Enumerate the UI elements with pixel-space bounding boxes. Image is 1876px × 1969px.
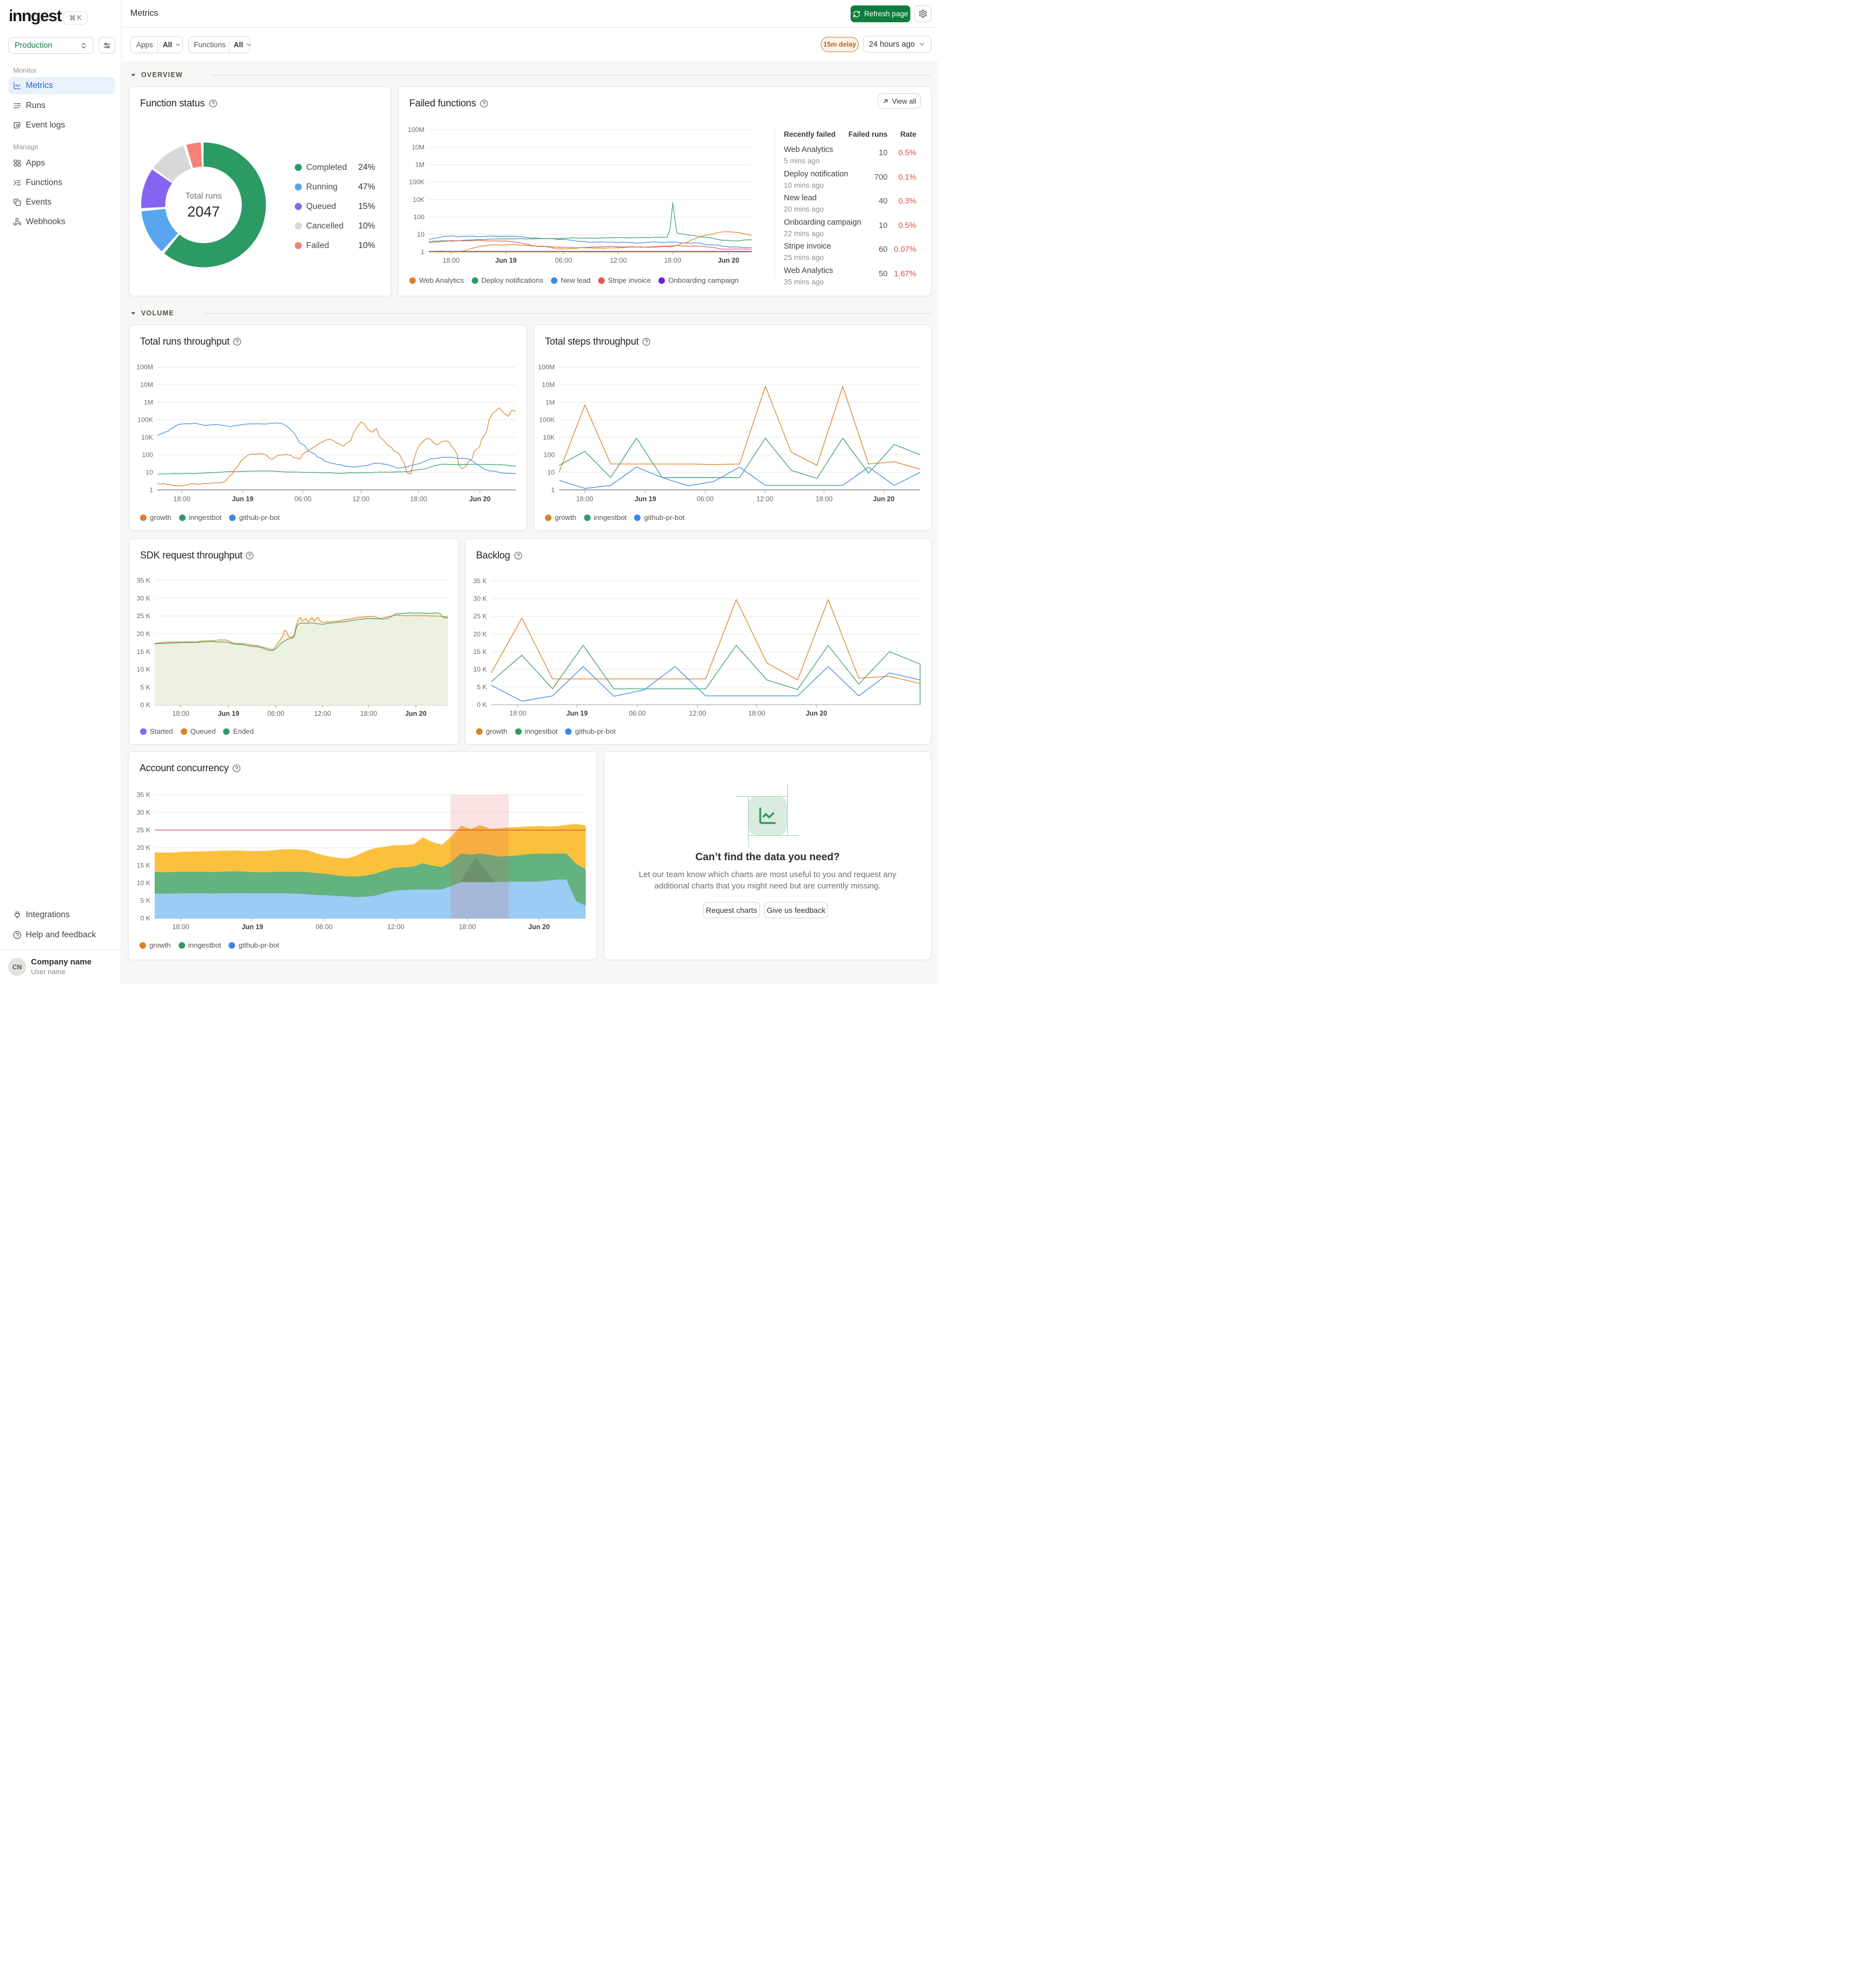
svg-text:06:00: 06:00 — [629, 710, 645, 717]
svg-text:1M: 1M — [415, 161, 424, 168]
svg-text:18:00: 18:00 — [509, 710, 526, 717]
svg-text:18:00: 18:00 — [459, 923, 476, 931]
svg-text:100M: 100M — [408, 126, 424, 134]
svg-text:5 K: 5 K — [141, 897, 151, 905]
svg-text:100M: 100M — [136, 364, 153, 371]
svg-text:06:00: 06:00 — [555, 257, 572, 264]
svg-text:100: 100 — [142, 451, 153, 459]
svg-text:18:00: 18:00 — [172, 923, 189, 931]
svg-text:35 K: 35 K — [473, 577, 487, 585]
svg-text:12:00: 12:00 — [387, 923, 404, 931]
svg-text:20 K: 20 K — [473, 630, 487, 638]
svg-text:15 K: 15 K — [137, 862, 151, 869]
svg-text:30 K: 30 K — [473, 595, 487, 602]
svg-text:Jun 19: Jun 19 — [635, 496, 656, 503]
svg-text:Jun 19: Jun 19 — [232, 496, 253, 503]
svg-text:18:00: 18:00 — [815, 496, 832, 503]
svg-text:10: 10 — [547, 469, 555, 477]
svg-text:Jun 19: Jun 19 — [242, 923, 263, 931]
svg-text:100K: 100K — [539, 416, 555, 424]
svg-text:1: 1 — [149, 486, 153, 494]
svg-text:10K: 10K — [141, 434, 154, 441]
svg-text:20 K: 20 K — [137, 844, 151, 852]
svg-text:18:00: 18:00 — [410, 496, 427, 503]
svg-text:25 K: 25 K — [473, 613, 487, 620]
svg-text:25 K: 25 K — [137, 827, 151, 834]
svg-text:Jun 20: Jun 20 — [469, 496, 491, 503]
svg-text:18:00: 18:00 — [748, 710, 765, 717]
svg-text:10K: 10K — [413, 196, 425, 204]
svg-text:10: 10 — [417, 231, 424, 238]
svg-text:Jun 20: Jun 20 — [873, 496, 895, 503]
svg-text:25 K: 25 K — [137, 612, 151, 620]
svg-text:100K: 100K — [137, 416, 154, 424]
svg-text:10 K: 10 K — [137, 666, 151, 674]
svg-text:10K: 10K — [543, 434, 555, 441]
svg-text:1M: 1M — [546, 398, 555, 406]
svg-text:18:00: 18:00 — [172, 710, 189, 717]
svg-text:06:00: 06:00 — [315, 923, 332, 931]
svg-text:Jun 19: Jun 19 — [566, 710, 588, 717]
svg-text:18:00: 18:00 — [173, 496, 190, 503]
svg-text:06:00: 06:00 — [696, 496, 713, 503]
svg-text:18:00: 18:00 — [576, 496, 593, 503]
svg-text:20 K: 20 K — [137, 630, 151, 638]
svg-text:5 K: 5 K — [141, 683, 151, 691]
svg-text:100: 100 — [413, 213, 424, 221]
svg-text:12:00: 12:00 — [689, 710, 706, 717]
svg-text:Jun 20: Jun 20 — [405, 710, 427, 717]
svg-text:Jun 20: Jun 20 — [718, 257, 739, 264]
svg-text:15 K: 15 K — [473, 648, 487, 656]
svg-text:0 K: 0 K — [141, 914, 151, 922]
svg-text:30 K: 30 K — [137, 594, 151, 602]
svg-text:06:00: 06:00 — [267, 710, 284, 717]
svg-text:10 K: 10 K — [137, 879, 151, 887]
svg-text:18:00: 18:00 — [442, 257, 459, 264]
svg-text:12:00: 12:00 — [352, 496, 369, 503]
svg-text:Jun 19: Jun 19 — [218, 710, 239, 717]
svg-text:06:00: 06:00 — [294, 496, 311, 503]
svg-text:18:00: 18:00 — [360, 710, 377, 717]
svg-text:1M: 1M — [144, 398, 153, 406]
svg-text:Jun 20: Jun 20 — [528, 923, 550, 931]
svg-text:100K: 100K — [409, 179, 425, 186]
svg-text:0 K: 0 K — [141, 701, 151, 709]
svg-text:10M: 10M — [542, 381, 555, 389]
svg-text:10: 10 — [145, 469, 153, 477]
svg-text:12:00: 12:00 — [314, 710, 331, 717]
svg-text:100: 100 — [543, 451, 555, 459]
svg-text:15 K: 15 K — [137, 648, 151, 656]
svg-text:1: 1 — [421, 248, 424, 256]
svg-text:100M: 100M — [538, 364, 555, 371]
svg-text:5 K: 5 K — [477, 683, 487, 691]
svg-text:18:00: 18:00 — [664, 257, 681, 264]
svg-text:35 K: 35 K — [137, 577, 151, 585]
svg-text:12:00: 12:00 — [610, 257, 626, 264]
svg-text:12:00: 12:00 — [756, 496, 773, 503]
svg-text:1: 1 — [551, 486, 555, 494]
svg-text:Jun 20: Jun 20 — [806, 710, 827, 717]
svg-text:10M: 10M — [411, 143, 424, 151]
svg-text:10 K: 10 K — [473, 666, 487, 674]
svg-text:30 K: 30 K — [137, 809, 151, 816]
svg-text:10M: 10M — [140, 381, 153, 389]
svg-text:35 K: 35 K — [137, 791, 151, 799]
svg-text:0 K: 0 K — [477, 701, 487, 709]
svg-text:Jun 19: Jun 19 — [495, 257, 517, 264]
